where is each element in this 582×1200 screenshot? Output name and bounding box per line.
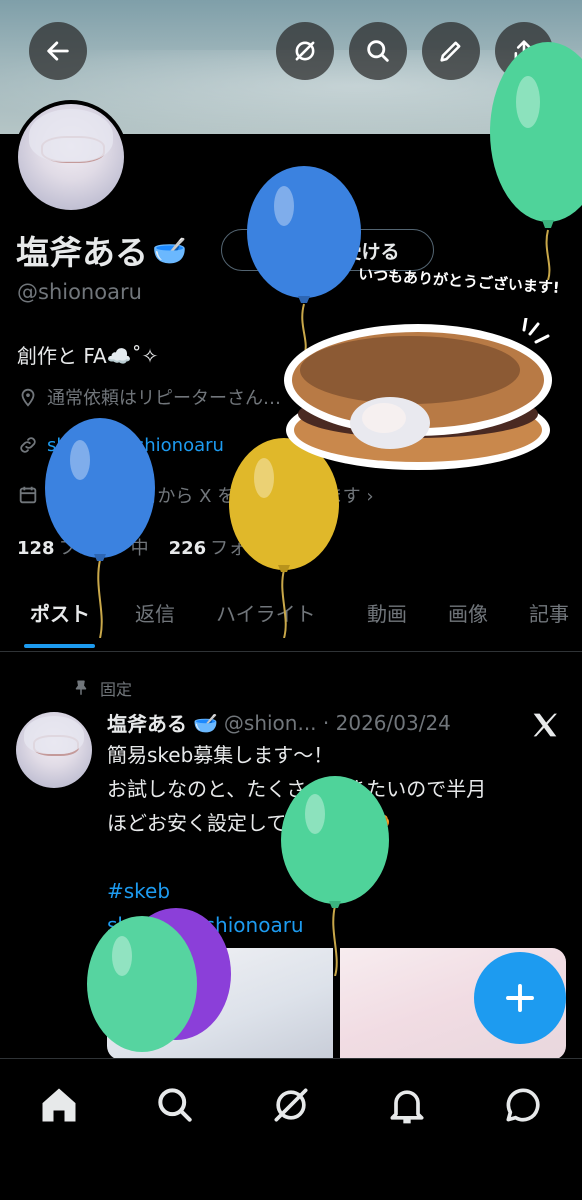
post-author-avatar[interactable]	[16, 712, 92, 788]
tab-articles[interactable]: 記事	[529, 598, 569, 627]
edit-icon	[440, 41, 461, 62]
compose-post-button[interactable]	[474, 952, 566, 1044]
active-tab-indicator	[24, 644, 95, 648]
location-text: 通常依頼はリピーターさん…	[47, 388, 281, 409]
calendar-icon	[19, 486, 37, 504]
post-author-name[interactable]: 塩斧ある	[107, 708, 187, 737]
post-line: 簡易skeb募集します〜！	[107, 743, 334, 767]
edit-button[interactable]	[422, 22, 480, 80]
profile-bio: 創作と FA☁️˚✧	[17, 344, 159, 368]
pinned-indicator: 固定	[72, 676, 132, 700]
profile-location: 通常依頼はリピーターさん…	[17, 384, 281, 410]
bowl-emoji: 🥣	[152, 233, 187, 267]
blue-balloon-left	[45, 418, 155, 638]
grok-icon[interactable]	[269, 1083, 313, 1127]
pin-icon	[75, 680, 87, 695]
link-icon	[20, 437, 36, 453]
tab-videos[interactable]: 動画	[367, 598, 407, 627]
search-button[interactable]	[349, 22, 407, 80]
profile-avatar[interactable]	[14, 100, 128, 214]
profile-name-text: 塩斧ある	[16, 233, 148, 272]
plus-icon	[506, 984, 534, 1012]
notifications-icon[interactable]	[385, 1083, 429, 1127]
post-handle-date: @shion... · 2026/03/24	[223, 710, 451, 735]
back-button[interactable]	[29, 22, 87, 80]
bottom-navigation	[0, 1058, 582, 1200]
profile-name: 塩斧ある 🥣	[16, 226, 187, 274]
messages-icon[interactable]	[501, 1083, 545, 1127]
grok-icon	[295, 41, 315, 61]
post-author-emoji: 🥣	[193, 710, 218, 735]
dorayaki-sticker	[284, 318, 552, 470]
search-icon[interactable]	[153, 1083, 197, 1127]
grok-button[interactable]	[276, 22, 334, 80]
x-logo-icon	[533, 713, 557, 737]
location-icon	[21, 388, 35, 407]
green-balloon-post	[281, 776, 389, 976]
followers-count: 226	[168, 538, 207, 559]
back-icon	[47, 41, 69, 61]
green-balloon	[490, 42, 582, 280]
post-header: 塩斧ある 🥣 @shion... · 2026/03/24	[107, 708, 451, 737]
search-icon	[367, 40, 389, 62]
pinned-label: 固定	[100, 680, 133, 699]
profile-handle: @shionoaru	[17, 280, 142, 304]
green-balloon-bottom	[87, 916, 197, 1052]
home-icon[interactable]	[37, 1083, 81, 1127]
tab-photos[interactable]: 画像	[448, 598, 488, 627]
